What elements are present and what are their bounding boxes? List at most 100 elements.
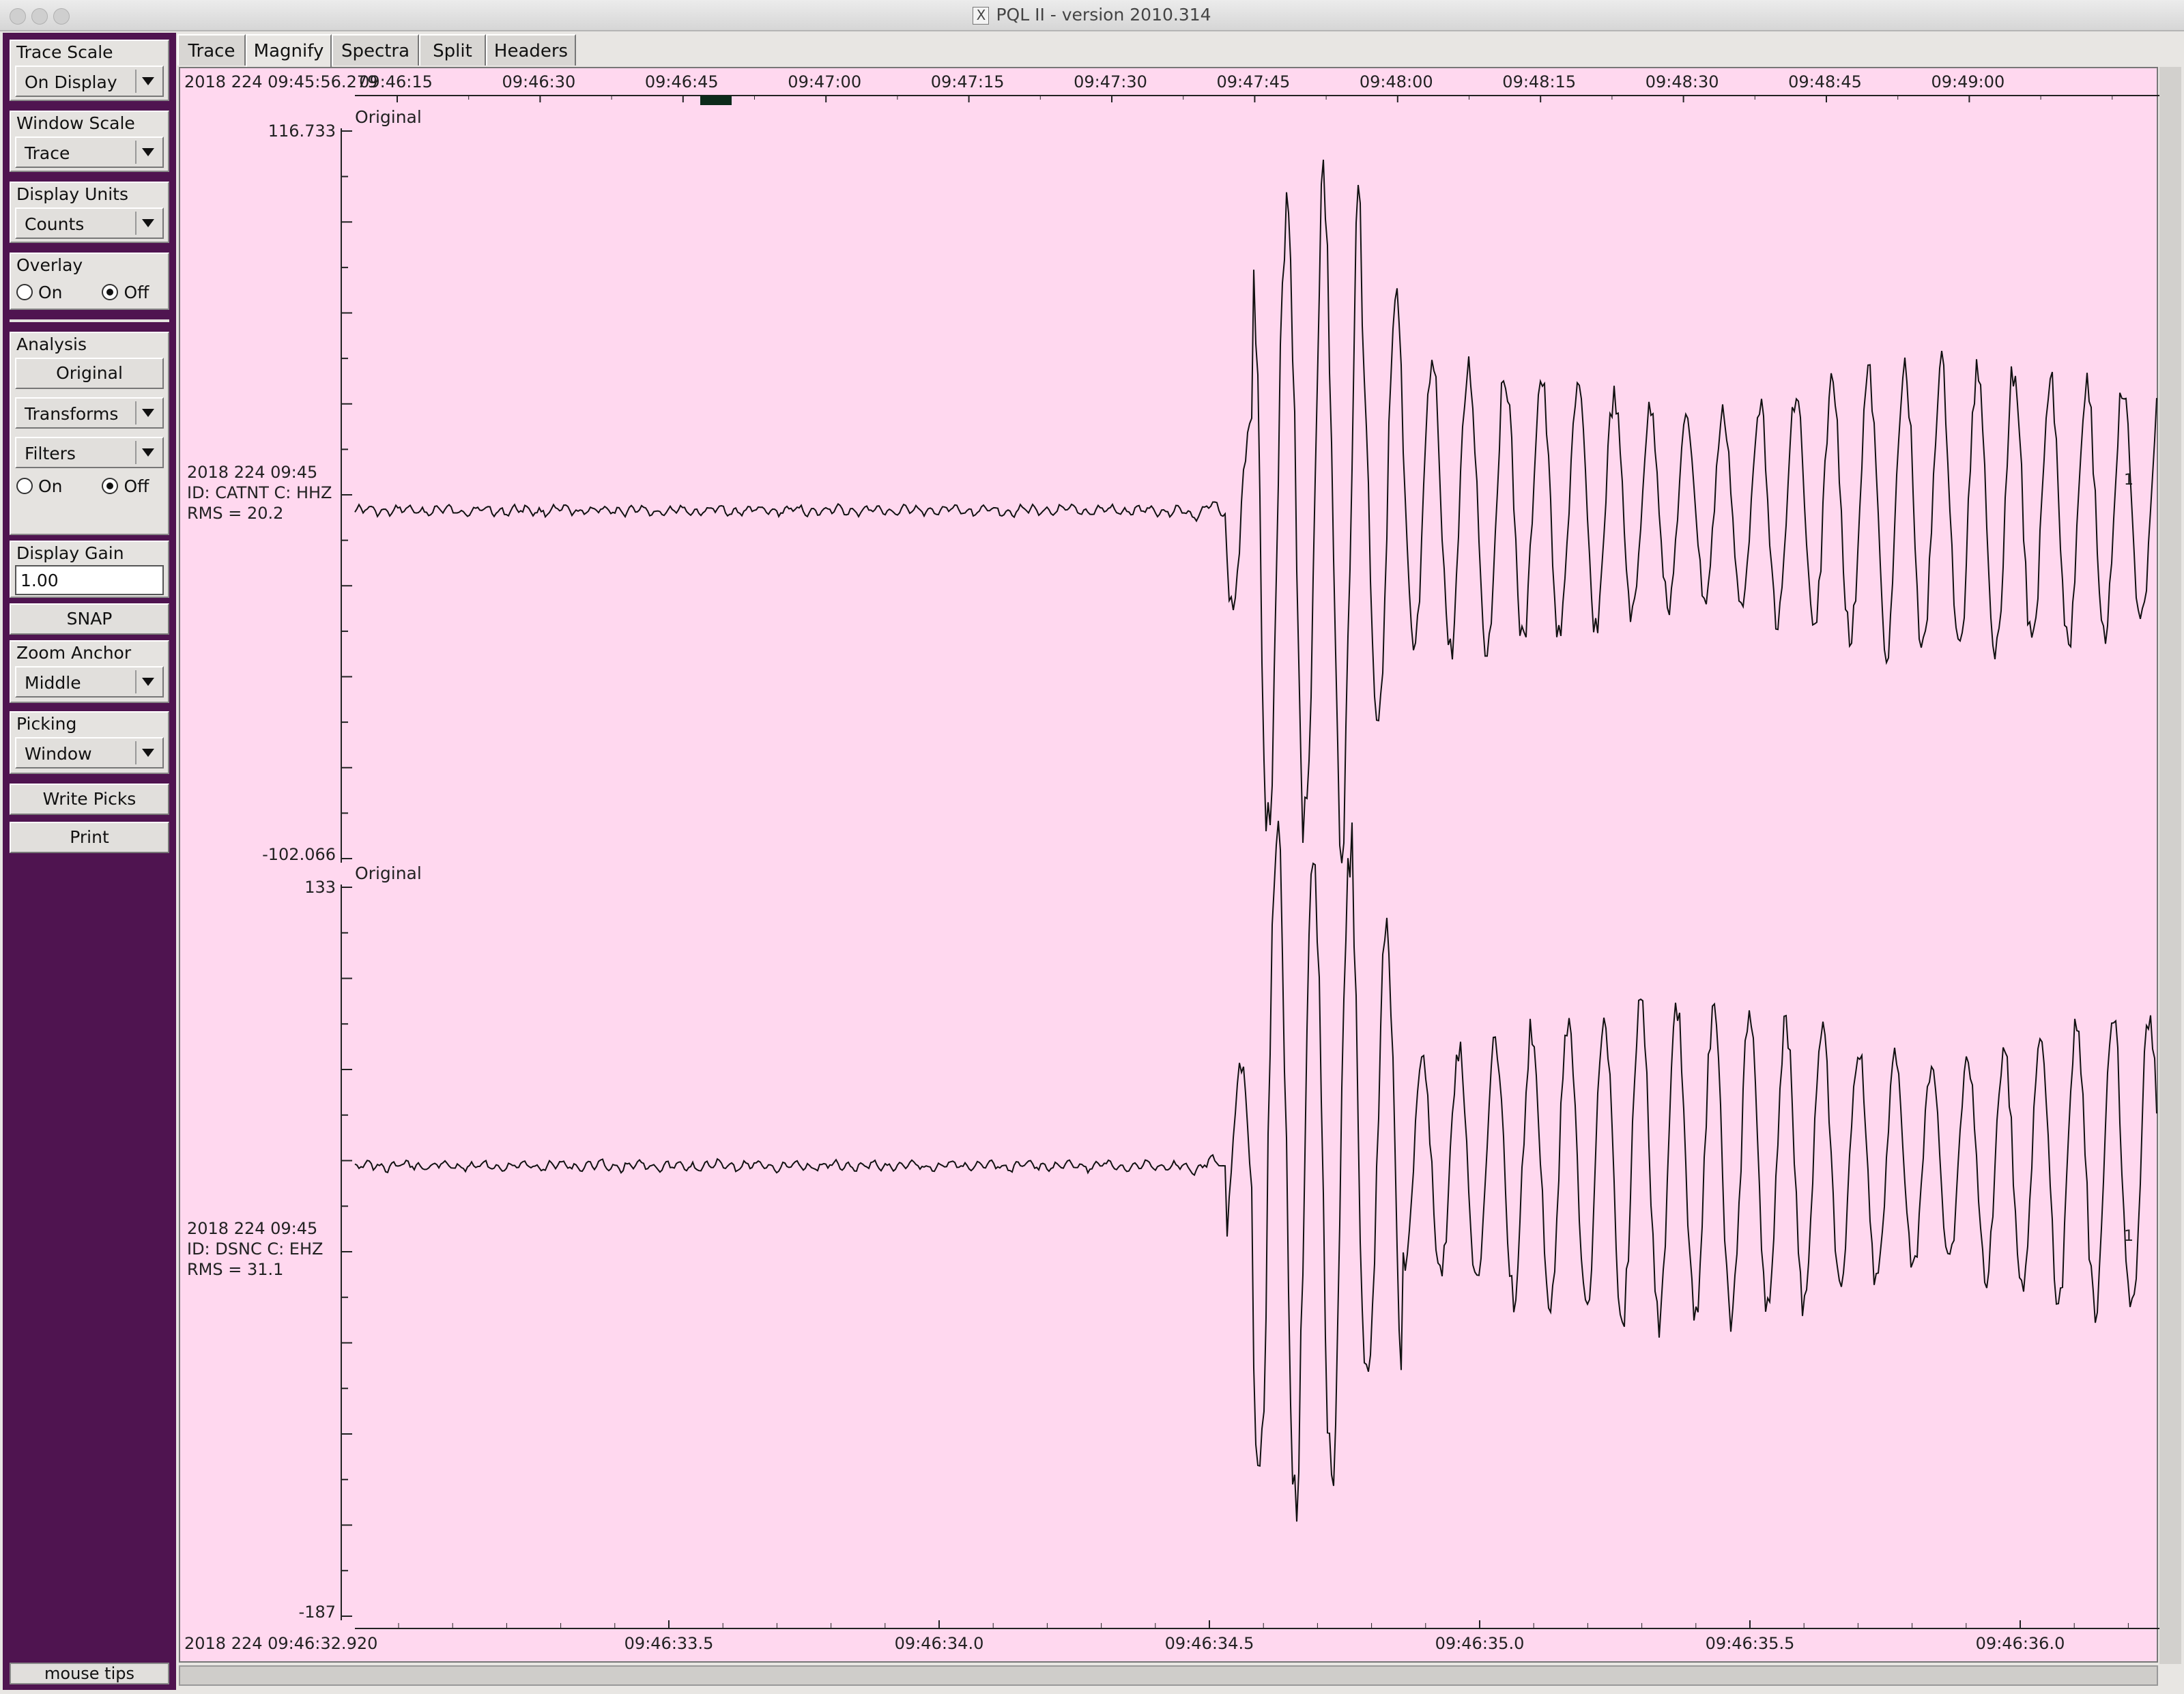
tab-headers[interactable]: Headers [486, 34, 576, 66]
zoom-anchor-dropdown[interactable]: Middle [15, 666, 164, 698]
display-gain-panel: Display Gain [10, 541, 169, 598]
bottom-axis-start-label: 2018 224 09:46:32.920 [184, 1634, 377, 1653]
chevron-down-icon [135, 670, 158, 693]
zoom-anchor-label: Zoom Anchor [16, 643, 132, 663]
bottom-axis-tick-label: 09:46:33.5 [624, 1634, 714, 1653]
overlay-radio-group: On Off [16, 283, 149, 302]
vertical-scrollbar[interactable] [2159, 67, 2181, 1664]
overlay-panel: Overlay On Off [10, 253, 169, 310]
snap-button[interactable]: SNAP [10, 603, 169, 635]
analysis-label: Analysis [16, 334, 87, 354]
radio-icon [16, 478, 33, 494]
tab-split[interactable]: Split [419, 34, 486, 66]
top-axis-tick-label: 09:46:15 [359, 72, 433, 91]
title-bar: X PQL II - version 2010.314 [0, 0, 2184, 31]
top-axis-tick-label: 09:48:45 [1788, 72, 1862, 91]
trace-1-waveform[interactable] [354, 159, 2157, 863]
trace-1-y-ticks [341, 130, 352, 859]
top-axis-start-label: 2018 224 09:45:56.279 [184, 72, 377, 91]
trace-2-ymax: 133 [304, 878, 336, 897]
filters-dropdown[interactable]: Filters [15, 437, 164, 468]
window-scale-dropdown[interactable]: Trace [15, 137, 164, 168]
top-axis-tick-label: 09:48:30 [1646, 72, 1719, 91]
magnify-window-marker[interactable] [700, 96, 732, 105]
seismogram-plot[interactable]: 2018 224 09:45:56.279 09:46:15 09:46:30 09… [179, 67, 2159, 1664]
overlay-off-radio[interactable]: Off [102, 283, 149, 302]
chevron-down-icon [135, 401, 158, 425]
top-axis-tick-label: 09:47:00 [788, 72, 861, 91]
window-scale-label: Window Scale [16, 113, 135, 133]
chevron-down-icon [135, 212, 158, 235]
tab-spectra[interactable]: Spectra [332, 34, 419, 66]
trace-scale-label: Trace Scale [16, 42, 113, 62]
window-scale-panel: Window Scale Trace [10, 111, 169, 172]
filter-off-radio[interactable]: Off [102, 476, 149, 496]
trace-2-date: 2018 224 09:45 [187, 1219, 317, 1238]
transforms-value: Transforms [25, 404, 119, 424]
overlay-on-radio[interactable]: On [16, 283, 63, 302]
bottom-axis-tick-label: 09:46:36.0 [1976, 1634, 2065, 1653]
picking-dropdown[interactable]: Window [15, 737, 164, 769]
filter-radio-group: On Off [16, 476, 149, 496]
picking-panel: Picking Window [10, 711, 169, 774]
overlay-on-label: On [38, 283, 63, 302]
print-button[interactable]: Print [10, 822, 169, 853]
trace-scale-panel: Trace Scale On Display [10, 40, 169, 101]
top-axis-tick-label: 09:46:45 [645, 72, 719, 91]
bottom-axis-tick-label: 09:46:34.0 [895, 1634, 984, 1653]
picking-label: Picking [16, 714, 77, 734]
divider [10, 319, 169, 322]
title-container: X PQL II - version 2010.314 [0, 0, 2184, 30]
filter-off-label: Off [124, 476, 149, 496]
display-units-label: Display Units [16, 184, 129, 204]
trace-2-id: ID: DSNC C: EHZ [187, 1239, 323, 1259]
chevron-down-icon [135, 70, 158, 93]
zoom-anchor-value: Middle [25, 673, 81, 693]
chevron-down-icon [135, 741, 158, 764]
filters-value: Filters [25, 444, 76, 463]
top-axis-tick-label: 09:49:00 [1931, 72, 2005, 91]
radio-selected-icon [102, 478, 119, 494]
display-gain-input[interactable] [15, 565, 164, 595]
display-units-dropdown[interactable]: Counts [15, 207, 164, 239]
x11-icon: X [973, 7, 990, 25]
zoom-anchor-panel: Zoom Anchor Middle [10, 640, 169, 703]
trace-scale-value: On Display [25, 72, 117, 92]
radio-icon [16, 284, 33, 300]
mouse-tips-button[interactable]: mouse tips [10, 1663, 169, 1684]
trace-2-y-ticks [341, 887, 352, 1617]
transforms-dropdown[interactable]: Transforms [15, 397, 164, 429]
top-axis-tick-label: 09:48:00 [1360, 72, 1433, 91]
radio-selected-icon [102, 284, 119, 300]
write-picks-button[interactable]: Write Picks [10, 784, 169, 815]
picking-value: Window [25, 744, 92, 764]
top-axis-tick-label: 09:47:15 [931, 72, 1005, 91]
overlay-off-label: Off [124, 283, 149, 302]
top-axis-ticks: 09:46:15 09:46:30 09:46:45 09:47:00 09:47:15… [359, 72, 2113, 102]
window-scale-value: Trace [25, 143, 70, 163]
trace-scale-dropdown[interactable]: On Display [15, 66, 164, 97]
original-button[interactable]: Original [15, 358, 164, 389]
filter-on-label: On [38, 476, 63, 496]
analysis-panel: Analysis Original Transforms Filters On … [10, 332, 169, 535]
trace-2-ymin: -187 [299, 1603, 336, 1622]
bottom-axis-tick-label: 09:46:35.0 [1435, 1634, 1525, 1653]
trace-2-tag: Original [355, 863, 422, 883]
chevron-down-icon [135, 441, 158, 464]
trace-2-waveform[interactable] [354, 820, 2157, 1522]
trace-1-date: 2018 224 09:45 [187, 463, 317, 482]
horizontal-scrollbar[interactable] [179, 1665, 2158, 1686]
trace-1-ymax: 116.733 [268, 121, 336, 141]
filter-on-radio[interactable]: On [16, 476, 63, 496]
top-axis-tick-label: 09:47:30 [1074, 72, 1147, 91]
bottom-axis-tick-label: 09:46:35.5 [1706, 1634, 1795, 1653]
tab-trace[interactable]: Trace [177, 34, 246, 66]
plot-canvas[interactable]: 2018 224 09:45:56.279 09:46:15 09:46:30 09… [180, 68, 2159, 1664]
trace-2-rms: RMS = 31.1 [187, 1260, 283, 1279]
tab-magnify[interactable]: Magnify [246, 34, 332, 68]
trace-1-end-marker: 1 [2124, 472, 2133, 489]
control-sidebar: Trace Scale On Display Window Scale Trac… [3, 33, 176, 1690]
window-title: PQL II - version 2010.314 [996, 5, 1211, 25]
trace-1-ymin: -102.066 [262, 845, 336, 864]
chevron-down-icon [135, 141, 158, 164]
